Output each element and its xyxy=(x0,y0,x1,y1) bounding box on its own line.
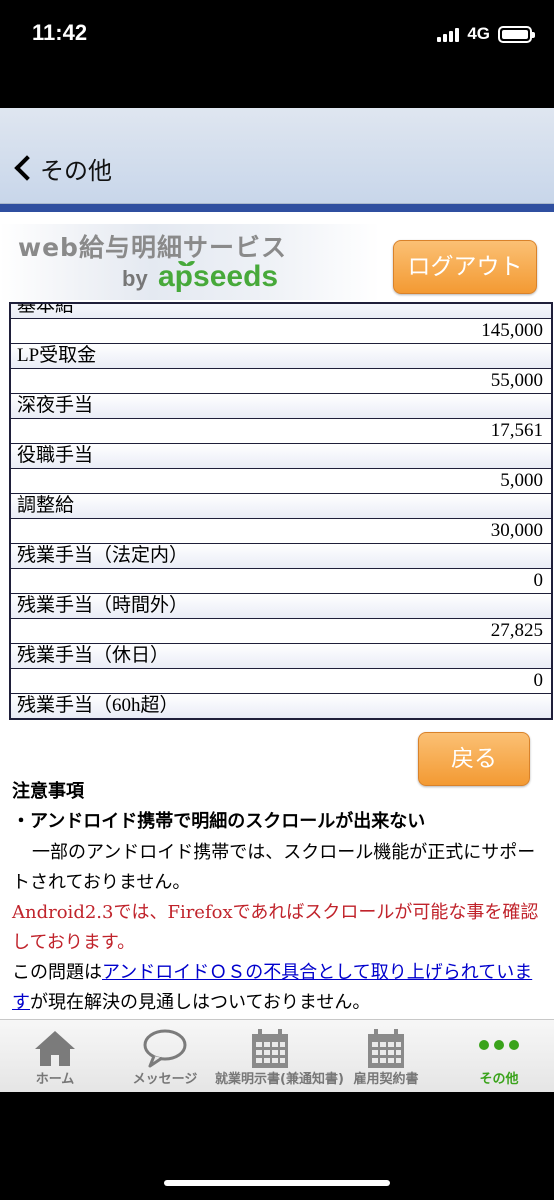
brand-by: by xyxy=(122,266,148,291)
brand-logo: web給与明細サービス by apseeds xyxy=(0,224,380,300)
status-bar: 11:42 4G xyxy=(0,0,554,70)
calendar-icon xyxy=(368,1029,404,1068)
table-row-value: 27,825 xyxy=(11,619,551,644)
table-row-value: 0 xyxy=(11,569,551,594)
table-row-label: 役職手当 xyxy=(11,444,551,469)
brand-apseeds: apseeds xyxy=(158,260,279,293)
nav-back-button[interactable]: その他 xyxy=(10,148,112,188)
table-row-label: 残業手当（休日） xyxy=(11,644,551,669)
tab-label: その他 xyxy=(479,1072,519,1087)
battery-icon xyxy=(498,25,535,43)
tab-other[interactable]: その他 xyxy=(444,1020,554,1092)
notes-last-prefix: この問題は xyxy=(12,962,102,983)
notes-section: 注意事項 ・アンドロイド携帯で明細のスクロールが出来ない 一部のアンドロイド携帯… xyxy=(12,778,542,1018)
speech-bubble-icon xyxy=(143,1029,187,1068)
leaf-icon xyxy=(179,260,195,268)
table-row-label: 調整給 xyxy=(11,494,551,519)
table-row-value: 30,000 xyxy=(11,519,551,544)
tab-label: メッセージ xyxy=(132,1072,198,1087)
table-row-label: LP受取金 xyxy=(11,344,551,369)
signal-icon xyxy=(437,26,460,42)
home-icon xyxy=(35,1031,75,1066)
table-row-value: 17,561 xyxy=(11,419,551,444)
calendar-icon xyxy=(252,1029,288,1068)
status-time: 11:42 xyxy=(32,20,88,45)
notes-bullet: ・アンドロイド携帯で明細のスクロールが出来ない xyxy=(12,811,426,832)
table-row-value: 0 xyxy=(11,669,551,694)
tab-employment-contract[interactable]: 雇用契約書 xyxy=(331,1020,441,1092)
tab-label: 雇用契約書 xyxy=(353,1072,419,1087)
brand-title: web給与明細サービス xyxy=(18,233,287,262)
table-row-value: 145,000 xyxy=(11,319,551,344)
table-row-label: 残業手当（時間外） xyxy=(11,594,551,619)
tab-label: 就業明示書(兼通知書) xyxy=(215,1072,344,1087)
table-row-label: 残業手当（法定内） xyxy=(11,544,551,569)
notes-last-suffix: が現在解決の見通しはついておりません。 xyxy=(30,992,371,1013)
tab-bar: ホーム メッセージ 就業明示書(兼通知書) 雇用契約書 その他 xyxy=(0,1019,554,1092)
tab-label: ホーム xyxy=(35,1072,75,1087)
notes-warning: Android2.3では、Firefoxであればスクロールが可能な事を確認してお… xyxy=(12,902,539,953)
home-indicator[interactable] xyxy=(164,1180,390,1186)
network-type: 4G xyxy=(467,24,490,43)
salary-table[interactable]: 基本給 145,000 LP受取金 55,000 深夜手当 17,561 役職手… xyxy=(9,302,553,720)
nav-back-label: その他 xyxy=(40,156,112,185)
tab-messages[interactable]: メッセージ xyxy=(110,1020,220,1092)
logout-button[interactable]: ログアウト xyxy=(393,240,537,294)
navigation-bar: その他 xyxy=(0,108,554,204)
tab-home[interactable]: ホーム xyxy=(0,1020,110,1092)
notes-heading: 注意事項 xyxy=(12,781,84,802)
chevron-left-icon xyxy=(14,155,40,181)
table-row-label: 基本給 xyxy=(11,304,551,319)
table-row-value: 5,000 xyxy=(11,469,551,494)
table-row-value: 55,000 xyxy=(11,369,551,394)
more-dots-icon xyxy=(479,1040,519,1060)
notes-last-paragraph: この問題はアンドロイドＯＳの不具合として取り上げられていますが現在解決の見通しは… xyxy=(12,958,542,1018)
table-row-label: 深夜手当 xyxy=(11,394,551,419)
header-stripe xyxy=(0,204,554,212)
status-indicators: 4G xyxy=(437,22,535,46)
table-row-label: 残業手当（60h超） xyxy=(11,694,551,718)
notes-body: 一部のアンドロイド携帯では、スクロール機能が正式にサポートされておりません。 xyxy=(12,842,536,893)
app-screen: その他 web給与明細サービス by apseeds ログアウト 基本給 145… xyxy=(0,108,554,1092)
tab-employment-notice[interactable]: 就業明示書(兼通知書) xyxy=(215,1020,344,1092)
